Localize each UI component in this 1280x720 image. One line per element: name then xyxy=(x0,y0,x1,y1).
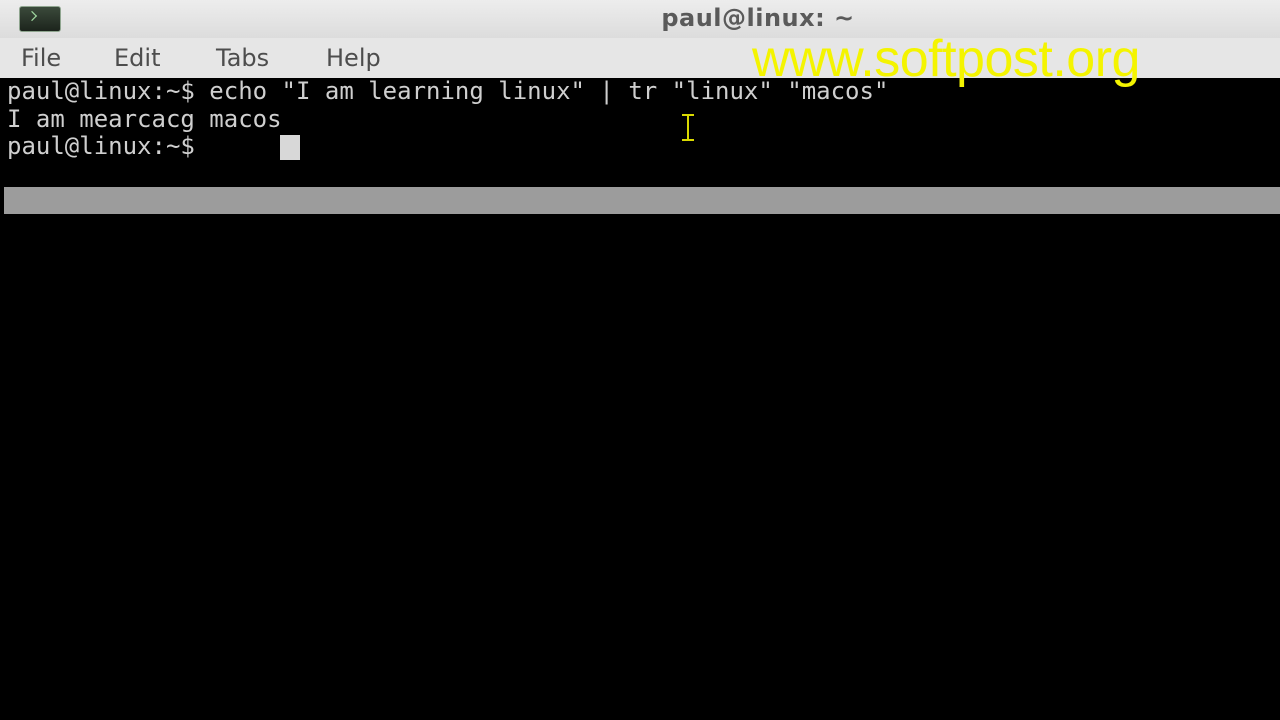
window-title: paul@linux: ~ xyxy=(661,4,855,32)
highlight-band xyxy=(4,187,1280,214)
mouse-ibeam-icon xyxy=(682,114,694,141)
menu-help[interactable]: Help xyxy=(326,44,381,72)
terminal-cursor xyxy=(280,135,300,160)
terminal-line-prompt: paul@linux:~$ xyxy=(7,132,210,160)
menu-file[interactable]: File xyxy=(21,44,61,72)
watermark-text: www.softpost.org xyxy=(752,30,1140,88)
menu-tabs[interactable]: Tabs xyxy=(216,44,269,72)
terminal-line-output: I am mearcacg macos xyxy=(7,105,282,133)
menu-edit[interactable]: Edit xyxy=(114,44,160,72)
terminal-area[interactable]: paul@linux:~$ echo "I am learning linux"… xyxy=(0,78,1280,720)
